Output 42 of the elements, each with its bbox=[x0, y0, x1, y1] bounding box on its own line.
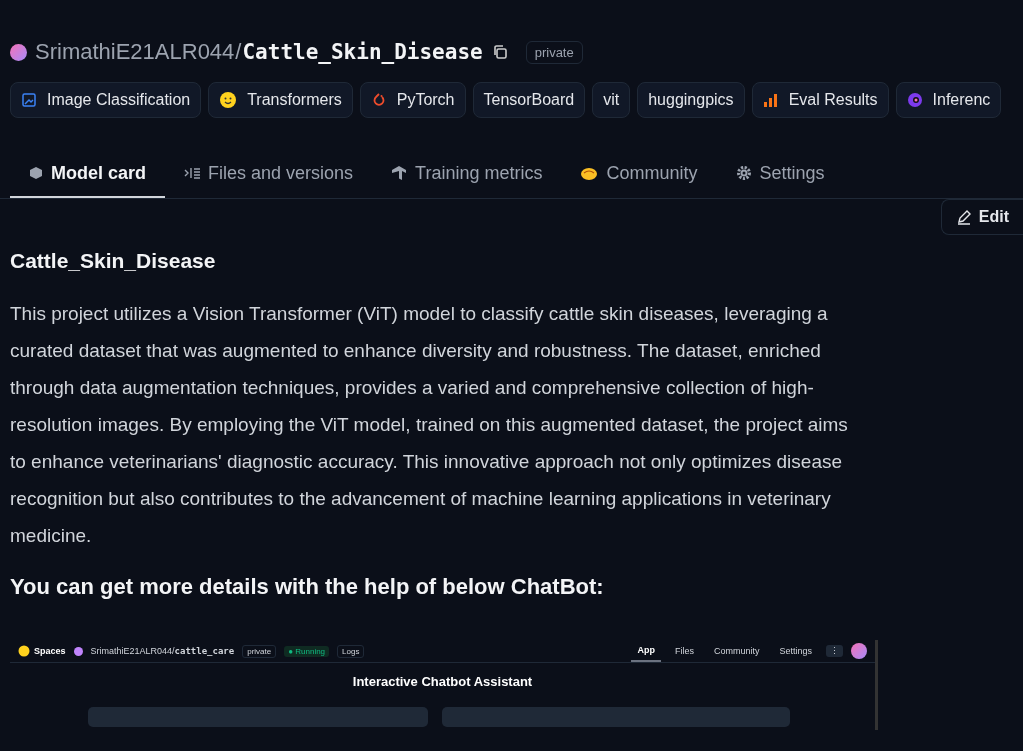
tag-chip[interactable]: Eval Results bbox=[751, 82, 889, 118]
tag-chip[interactable]: Image Classification bbox=[10, 82, 202, 118]
image-icon bbox=[21, 92, 37, 108]
copy-icon[interactable] bbox=[491, 44, 508, 60]
tab[interactable]: Community bbox=[561, 150, 717, 198]
tag-chip[interactable]: vit bbox=[592, 82, 631, 118]
edit-button[interactable]: Edit bbox=[940, 199, 1023, 235]
status-badge: ● Running bbox=[284, 645, 330, 657]
tag-chip[interactable]: Inferenc bbox=[895, 82, 1002, 118]
spaces-logo: Spaces bbox=[18, 645, 66, 657]
path-separator: / bbox=[235, 39, 242, 65]
tab-label: Settings bbox=[778, 645, 813, 658]
section-heading: You can get more details with the help of below ChatBot: bbox=[10, 574, 605, 600]
tab-label: Files bbox=[673, 645, 695, 658]
tab[interactable]: Files and versions bbox=[165, 150, 373, 198]
user-avatar[interactable] bbox=[10, 43, 27, 61]
smiley-icon bbox=[219, 91, 238, 109]
user-avatar bbox=[851, 643, 867, 659]
bar-chart-icon bbox=[762, 92, 779, 108]
list-icon bbox=[184, 166, 201, 180]
visibility-badge: private bbox=[525, 40, 583, 64]
inference-icon bbox=[906, 92, 923, 108]
tab-label: Community bbox=[712, 645, 761, 658]
tag-chip[interactable]: huggingpics bbox=[637, 82, 745, 118]
tab[interactable]: Training metrics bbox=[372, 150, 562, 198]
repo-name[interactable]: Cattle_Skin_Disease bbox=[242, 40, 483, 64]
tab[interactable]: Model card bbox=[10, 150, 166, 198]
section-heading: Cattle_Skin_Disease bbox=[10, 249, 217, 273]
owner-link[interactable]: SrimathiE21ALR044 bbox=[35, 39, 235, 65]
visibility-badge: private bbox=[242, 644, 277, 658]
cube-icon bbox=[29, 166, 43, 180]
user-avatar bbox=[73, 646, 83, 656]
tab[interactable]: Settings bbox=[716, 150, 844, 198]
description-paragraph: This project utilizes a Vision Transformer (ViT) model to classify cattle skin diseases, leveraging a curated dataset that was augmented to enhance diversity and robustness. The dataset, enriched through data augmentation techniques, provides a varied and comprehensive collection of high-resolution images. By employing the ViT model, trained on this augmented dataset, the project aims to enhance veterinarians' diagnostic accuracy. This innovative approach not only optimizes disease recognition but also contributes to the advancement of machine learning applications in veterinary medicine. bbox=[10, 302, 849, 548]
tab-label: App bbox=[631, 640, 661, 662]
app-title: Interactive Chatbot Assistant bbox=[351, 673, 534, 689]
tag-chip[interactable]: PyTorch bbox=[359, 82, 466, 118]
tag-chip[interactable]: TensorBoard bbox=[472, 82, 586, 118]
metrics-icon bbox=[391, 165, 408, 181]
tag-chip[interactable]: Transformers bbox=[208, 82, 353, 118]
pencil-icon bbox=[955, 209, 972, 225]
settings-icon bbox=[735, 165, 752, 181]
